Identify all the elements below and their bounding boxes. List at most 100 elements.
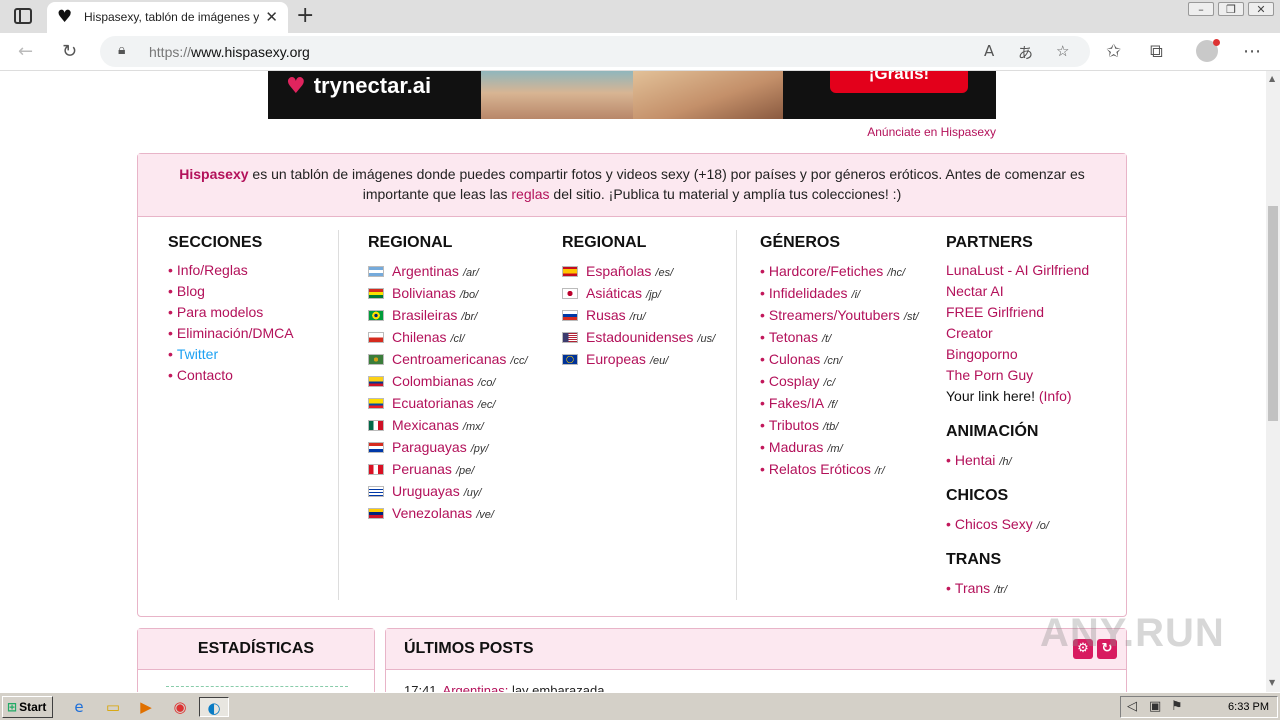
ad-cta-button[interactable]: ¡Gratis!	[830, 71, 968, 93]
folder-icon[interactable]: ▭	[102, 697, 124, 717]
flag-chile-icon	[368, 332, 384, 343]
rules-link[interactable]: reglas	[511, 186, 549, 202]
start-button[interactable]: ⊞ Start	[2, 696, 53, 718]
flag-icon[interactable]: ⚑	[1171, 699, 1183, 714]
region-item[interactable]: Rusas/ru/	[562, 304, 715, 326]
boys-item[interactable]: • Chicos Sexy/o/	[946, 513, 1089, 535]
flag-ecuador-icon	[368, 398, 384, 409]
scrollbar[interactable]: ▲ ▼	[1266, 71, 1280, 692]
scroll-down-icon[interactable]: ▼	[1269, 678, 1275, 687]
region-item[interactable]: Uruguayas/uy/	[368, 480, 528, 502]
flag-colombia-icon	[368, 376, 384, 387]
address-bar[interactable]: 🔒︎ https://www.hispasexy.org A あ ☆	[100, 36, 1090, 67]
trans-title: TRANS	[946, 551, 1002, 568]
genre-item[interactable]: • Maduras/m/	[760, 436, 919, 458]
section-item[interactable]: • Blog	[168, 281, 294, 302]
windows-logo-icon: ⊞	[7, 700, 18, 714]
region-item[interactable]: Peruanas/pe/	[368, 458, 528, 480]
section-item[interactable]: • Contacto	[168, 365, 294, 386]
region-item[interactable]: Estadounidenses/us/	[562, 326, 715, 348]
scroll-up-icon[interactable]: ▲	[1269, 74, 1275, 83]
partner-link[interactable]: Creator	[946, 323, 1089, 344]
edge-icon[interactable]: ◐	[199, 697, 229, 717]
tab-actions-icon[interactable]	[14, 8, 32, 24]
partner-link[interactable]: FREE Girlfriend	[946, 302, 1089, 323]
title-bar: ♥ Hispasexy, tablón de imágenes y ✕ + – …	[0, 0, 1280, 33]
more-icon[interactable]: ⋯	[1243, 41, 1261, 62]
flag-central-america-icon	[368, 354, 384, 365]
region-item[interactable]: Venezolanas/ve/	[368, 502, 528, 524]
genre-item[interactable]: • Cosplay/c/	[760, 370, 919, 392]
translate-icon[interactable]: あ	[1018, 42, 1033, 63]
region-item[interactable]: Españolas/es/	[562, 260, 715, 282]
scroll-thumb[interactable]	[1268, 206, 1278, 421]
back-icon[interactable]: ←	[18, 41, 33, 62]
flag-usa-icon	[562, 332, 578, 343]
regional-column-latam: REGIONAL Argentinas/ar/ Bolivianas/bo/ B…	[368, 234, 528, 524]
partner-link[interactable]: The Porn Guy	[946, 365, 1089, 386]
ie-icon[interactable]: e	[68, 697, 90, 717]
latest-posts-panel: ÚLTIMOS POSTS ⚙ ↻ 17:41 Argentinas: lay e…	[385, 628, 1127, 692]
partner-link[interactable]: Nectar AI	[946, 281, 1089, 302]
region-item[interactable]: Colombianas/co/	[368, 370, 528, 392]
region-item[interactable]: Paraguayas/py/	[368, 436, 528, 458]
sections-title: SECCIONES	[168, 234, 263, 251]
region-item[interactable]: Brasileiras/br/	[368, 304, 528, 326]
post-item[interactable]: 17:41 Argentinas: lay embarazada ...	[404, 683, 619, 692]
lock-icon[interactable]: 🔒︎	[118, 42, 125, 58]
genres-title: GÉNEROS	[760, 234, 841, 251]
ad-banner[interactable]: ♥ trynectar.ai ¡Gratis!	[268, 71, 996, 119]
flag-russia-icon	[562, 310, 578, 321]
taskbar: ⊞ Start e ▭ ▶ ◉ ◐ ◁ ▣ ⚑ 6:33 PM	[0, 692, 1280, 720]
genre-item[interactable]: • Tetonas/t/	[760, 326, 919, 348]
add-favorite-icon[interactable]: ☆	[1056, 42, 1069, 60]
partners-column: PARTNERS LunaLust - AI Girlfriend Nectar…	[946, 234, 1089, 599]
info-link[interactable]: (Info)	[1039, 388, 1072, 404]
region-item[interactable]: Chilenas/cl/	[368, 326, 528, 348]
region-item[interactable]: Mexicanas/mx/	[368, 414, 528, 436]
region-item[interactable]: Argentinas/ar/	[368, 260, 528, 282]
flag-uruguay-icon	[368, 486, 384, 497]
plus-icon[interactable]: +	[296, 3, 314, 28]
genre-item[interactable]: • Relatos Eróticos/r/	[760, 458, 919, 480]
favorites-icon[interactable]: ✩	[1106, 41, 1121, 62]
flag-japan-icon	[562, 288, 578, 299]
partner-link[interactable]: Bingoporno	[946, 344, 1089, 365]
window-close-button[interactable]: ✕	[1248, 2, 1274, 16]
animation-item[interactable]: • Hentai/h/	[946, 449, 1089, 471]
page-viewport: ♥ trynectar.ai ¡Gratis! Anúnciate en Hisp…	[0, 71, 1266, 692]
genre-item[interactable]: • Tributos/tb/	[760, 414, 919, 436]
region-item[interactable]: Europeas/eu/	[562, 348, 715, 370]
partner-link[interactable]: LunaLust - AI Girlfriend	[946, 260, 1089, 281]
genre-item[interactable]: • Fakes/IA/f/	[760, 392, 919, 414]
genre-item[interactable]: • Hardcore/Fetiches/hc/	[760, 260, 919, 282]
active-tab[interactable]: ♥ Hispasexy, tablón de imágenes y ✕	[47, 2, 288, 33]
section-item[interactable]: • Info/Reglas	[168, 260, 294, 281]
flag-eu-icon	[562, 354, 578, 365]
trans-item[interactable]: • Trans/tr/	[946, 577, 1089, 599]
section-item[interactable]: • Eliminación/DMCA	[168, 323, 294, 344]
advertise-link[interactable]: Anúnciate en Hispasexy	[867, 125, 996, 139]
volume-icon[interactable]: ◁	[1127, 699, 1137, 714]
column-divider	[736, 230, 737, 600]
refresh-icon[interactable]: ↻	[62, 41, 77, 62]
section-item[interactable]: • Para modelos	[168, 302, 294, 323]
profile-icon[interactable]	[1196, 39, 1220, 62]
region-item[interactable]: Ecuatorianas/ec/	[368, 392, 528, 414]
genre-item[interactable]: • Infidelidades/i/	[760, 282, 919, 304]
region-item[interactable]: Asiáticas/jp/	[562, 282, 715, 304]
restore-button[interactable]: ❐	[1218, 2, 1244, 16]
chrome-icon[interactable]: ◉	[169, 697, 191, 717]
network-icon[interactable]: ▣	[1149, 699, 1161, 714]
collections-icon[interactable]: ⧉	[1150, 41, 1163, 62]
minimize-button[interactable]: –	[1188, 2, 1214, 16]
media-player-icon[interactable]: ▶	[135, 697, 157, 717]
region-item[interactable]: Bolivianas/bo/	[368, 282, 528, 304]
region-item[interactable]: Centroamericanas/cc/	[368, 348, 528, 370]
genre-item[interactable]: • Culonas/cn/	[760, 348, 919, 370]
section-item-twitter[interactable]: • Twitter	[168, 344, 294, 365]
read-aloud-icon[interactable]: A	[984, 42, 994, 60]
url-text[interactable]: https://www.hispasexy.org	[149, 44, 310, 60]
genre-item[interactable]: • Streamers/Youtubers/st/	[760, 304, 919, 326]
close-icon[interactable]: ✕	[265, 8, 278, 26]
